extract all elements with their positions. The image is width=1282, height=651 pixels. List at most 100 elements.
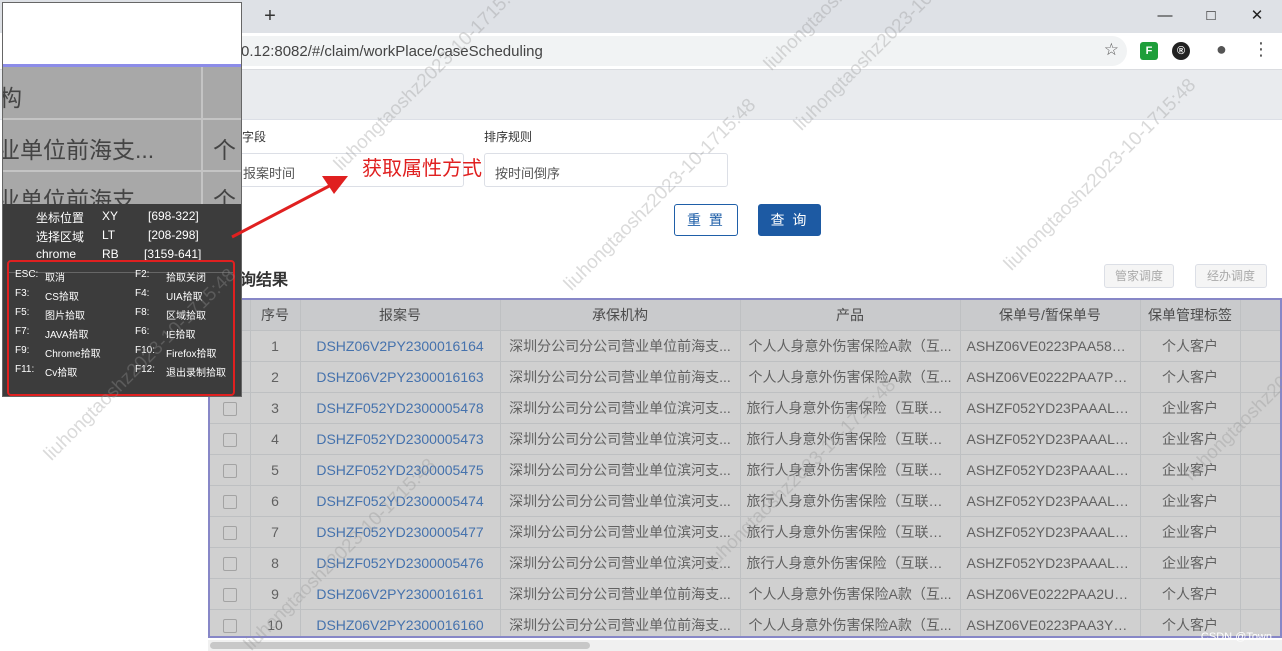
- browser-menu-icon[interactable]: ⋮: [1252, 39, 1270, 60]
- row-product: 旅行人身意外伤害保险（互联网...: [740, 423, 961, 455]
- sort-field-value: 报案时间: [243, 166, 296, 181]
- row-checkbox-cell[interactable]: [210, 423, 251, 455]
- table-row[interactable]: 6 DSHZF052YD2300005474 深圳分公司分公司营业单位滨河支... 旅…: [210, 485, 1280, 517]
- row-extra: [1240, 485, 1280, 517]
- reset-button[interactable]: 重 置: [674, 204, 738, 236]
- maximize-button[interactable]: □: [1188, 2, 1234, 30]
- sort-rule-select[interactable]: 按时间倒序: [484, 153, 728, 187]
- row-checkbox[interactable]: [222, 587, 237, 602]
- row-case-link[interactable]: DSHZF052YD2300005476: [300, 547, 501, 579]
- row-case-link[interactable]: DSHZF052YD2300005473: [300, 423, 501, 455]
- credit-text: CSDN @Town: [1200, 631, 1272, 643]
- handler-dispatch-button[interactable]: 经办调度: [1195, 264, 1267, 288]
- row-checkbox[interactable]: [222, 525, 237, 540]
- shortcut-key: F3:: [15, 288, 30, 299]
- shortcut-key: F2:: [135, 269, 150, 280]
- profile-icon[interactable]: ●: [1216, 39, 1227, 60]
- row-policy-tag: 个人客户: [1140, 578, 1241, 610]
- row-case-link[interactable]: DSHZF052YD2300005477: [300, 516, 501, 548]
- row-checkbox[interactable]: [222, 432, 237, 447]
- zoom-row-text: 业单位前海支...: [3, 137, 155, 163]
- row-checkbox-cell[interactable]: [210, 516, 251, 548]
- row-policy-no: ASHZF052YD23PAAALZY1: [960, 392, 1141, 424]
- new-tab-button[interactable]: +: [258, 4, 282, 28]
- row-case-link[interactable]: DSHZ06V2PY2300016164: [300, 330, 501, 362]
- row-extra: [1240, 454, 1280, 486]
- minimize-button[interactable]: —: [1142, 2, 1188, 30]
- row-checkbox[interactable]: [222, 618, 237, 633]
- table-row[interactable]: 10 DSHZ06V2PY2300016160 深圳分公司分公司营业单位前海支...…: [210, 609, 1280, 636]
- row-product: 旅行人身意外伤害保险（互联网...: [740, 392, 961, 424]
- row-checkbox-cell[interactable]: [210, 609, 251, 636]
- row-org: 深圳分公司分公司营业单位滨河支...: [500, 547, 741, 579]
- row-case-link[interactable]: DSHZ06V2PY2300016161: [300, 578, 501, 610]
- scrollbar-thumb[interactable]: [210, 642, 590, 649]
- row-product: 旅行人身意外伤害保险（互联网...: [740, 516, 961, 548]
- header-extra: [1240, 300, 1280, 331]
- header-org: 承保机构: [500, 300, 741, 331]
- row-index: 10: [250, 609, 301, 636]
- row-checkbox[interactable]: [222, 463, 237, 478]
- annotation-arrow-line: [231, 181, 336, 239]
- row-index: 7: [250, 516, 301, 548]
- row-org: 深圳分公司分公司营业单位滨河支...: [500, 516, 741, 548]
- extension-dark-icon[interactable]: ®: [1172, 42, 1190, 60]
- row-case-link[interactable]: DSHZF052YD2300005475: [300, 454, 501, 486]
- row-checkbox-cell[interactable]: [210, 485, 251, 517]
- row-checkbox[interactable]: [222, 401, 237, 416]
- table-row[interactable]: 9 DSHZ06V2PY2300016161 深圳分公司分公司营业单位前海支... 个…: [210, 578, 1280, 610]
- shortcut-action: CS拾取: [45, 292, 79, 303]
- table-row[interactable]: 3 DSHZF052YD2300005478 深圳分公司分公司营业单位滨河支... 旅…: [210, 392, 1280, 424]
- zoom-row-line: [3, 118, 241, 120]
- row-product: 旅行人身意外伤害保险（互联网...: [740, 454, 961, 486]
- row-case-link[interactable]: DSHZ06V2PY2300016160: [300, 609, 501, 636]
- row-checkbox-cell[interactable]: [210, 547, 251, 579]
- row-index: 4: [250, 423, 301, 455]
- table-row[interactable]: 7 DSHZF052YD2300005477 深圳分公司分公司营业单位滨河支... 旅…: [210, 516, 1280, 548]
- query-button[interactable]: 查 询: [758, 204, 821, 236]
- row-policy-no: ASHZF052YD23PAAALZY1: [960, 485, 1141, 517]
- row-checkbox-cell[interactable]: [210, 454, 251, 486]
- extension-green-icon[interactable]: F: [1140, 42, 1158, 60]
- shortcut-action: 退出录制拾取: [166, 368, 226, 379]
- info-label: chrome: [36, 247, 77, 261]
- zoom-header-text: 构: [3, 79, 22, 113]
- zoom-row-text-right: 个: [213, 187, 236, 204]
- row-checkbox[interactable]: [222, 494, 237, 509]
- row-case-link[interactable]: DSHZF052YD2300005474: [300, 485, 501, 517]
- row-index: 8: [250, 547, 301, 579]
- row-case-link[interactable]: DSHZ06V2PY2300016163: [300, 361, 501, 393]
- annotation-text: 获取属性方式: [362, 158, 482, 180]
- row-checkbox-cell[interactable]: [210, 578, 251, 610]
- row-index: 2: [250, 361, 301, 393]
- table-row[interactable]: 2 DSHZ06V2PY2300016163 深圳分公司分公司营业单位前海支... 个…: [210, 361, 1280, 393]
- manager-dispatch-button[interactable]: 管家调度: [1104, 264, 1174, 288]
- shortcut-key: F6:: [135, 326, 150, 337]
- row-extra: [1240, 516, 1280, 548]
- sort-rule-value: 按时间倒序: [495, 166, 561, 181]
- row-policy-tag: 企业客户: [1140, 547, 1241, 579]
- address-bar[interactable]: 0.12:8082/#/claim/workPlace/caseScheduli…: [205, 36, 1127, 66]
- row-case-link[interactable]: DSHZF052YD2300005478: [300, 392, 501, 424]
- row-policy-tag: 企业客户: [1140, 423, 1241, 455]
- row-index: 3: [250, 392, 301, 424]
- row-org: 深圳分公司分公司营业单位滨河支...: [500, 485, 741, 517]
- shortcut-key: ESC:: [15, 269, 39, 280]
- table-row[interactable]: 5 DSHZF052YD2300005475 深圳分公司分公司营业单位滨河支... 旅…: [210, 454, 1280, 486]
- watermark-text: liuhongtaoshz2023-10-1715:48: [560, 94, 761, 295]
- table-row[interactable]: 8 DSHZF052YD2300005476 深圳分公司分公司营业单位滨河支... 旅…: [210, 547, 1280, 579]
- bookmark-star-icon[interactable]: ☆: [1104, 40, 1119, 60]
- close-window-button[interactable]: ✕: [1234, 2, 1280, 30]
- row-policy-tag: 个人客户: [1140, 361, 1241, 393]
- info-key: RB: [102, 247, 119, 261]
- row-org: 深圳分公司分公司营业单位前海支...: [500, 578, 741, 610]
- table-row[interactable]: 4 DSHZF052YD2300005473 深圳分公司分公司营业单位滨河支... 旅…: [210, 423, 1280, 455]
- info-value: [208-298]: [148, 228, 199, 242]
- table-row[interactable]: 1 DSHZ06V2PY2300016164 深圳分公司分公司营业单位前海支... 个…: [210, 330, 1280, 362]
- horizontal-scrollbar[interactable]: [208, 640, 1282, 651]
- shortcut-key: F5:: [15, 307, 30, 318]
- shortcut-action: UIA拾取: [166, 292, 203, 303]
- url-text[interactable]: 0.12:8082/#/claim/workPlace/caseScheduli…: [241, 43, 543, 60]
- row-index: 9: [250, 578, 301, 610]
- row-checkbox[interactable]: [222, 556, 237, 571]
